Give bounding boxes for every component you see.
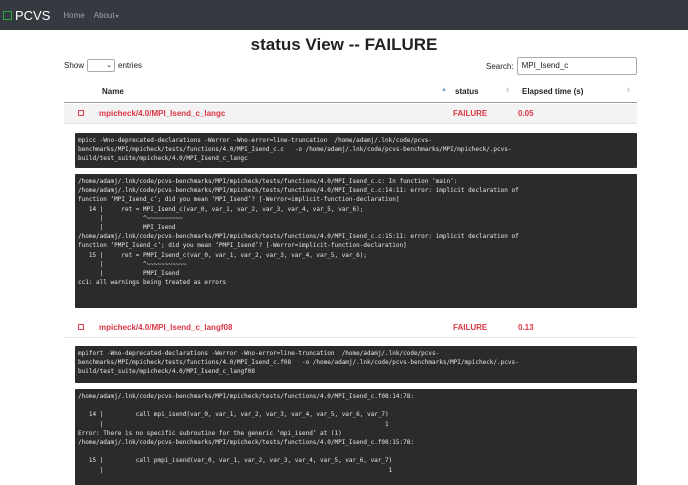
caret-down-icon: ▾ [115, 13, 119, 20]
page-title: status View -- FAILURE [250, 35, 438, 54]
search-input[interactable]: MPI_Isend_c [516, 57, 637, 75]
sort-icon[interactable]: ⇕ [505, 87, 510, 94]
sort-asc-icon[interactable]: ▲ [441, 87, 447, 93]
row-status: FAILURE [453, 109, 488, 118]
chevron-down-icon: ⌄ [106, 62, 113, 69]
row-expand-checkbox[interactable] [78, 110, 84, 116]
column-header-name[interactable]: Name [102, 87, 124, 96]
search-control: Search: MPI_Isend_c [486, 57, 637, 75]
table-row[interactable]: mpicheck/4.0/MPI_Isend_c_langc FAILURE 0… [64, 104, 637, 124]
column-header-elapsed[interactable]: Elapsed time (s) [522, 87, 583, 96]
row-name[interactable]: mpicheck/4.0/MPI_Isend_c_langf08 [99, 323, 232, 332]
nav-about-dropdown[interactable]: About▾ [94, 11, 119, 20]
nav-about-label: About [93, 10, 115, 20]
table-header: Name ▲ status ⇕ Elapsed time (s) ⇕ [64, 81, 637, 103]
show-label: Show [64, 61, 85, 70]
entries-select[interactable]: ⌄ [87, 59, 116, 72]
brand-logo-icon [3, 10, 12, 20]
nav-home-link[interactable]: Home [63, 11, 84, 20]
brand[interactable]: PCVS [3, 8, 50, 23]
brand-label: PCVS [15, 7, 51, 23]
command-block: mpifort -Wno-deprecated-declarations -We… [75, 346, 637, 383]
command-block: mpicc -Wno-deprecated-declarations -Werr… [75, 133, 637, 168]
entries-label: entries [118, 61, 143, 70]
row-status: FAILURE [453, 323, 488, 332]
output-block: /home/adamj/.lnk/code/pcvs-benchmarks/MP… [75, 389, 637, 485]
navbar: PCVS Home About▾ [0, 0, 688, 30]
row-name[interactable]: mpicheck/4.0/MPI_Isend_c_langc [99, 109, 225, 118]
row-expand-checkbox[interactable] [78, 324, 84, 330]
row-elapsed: 0.05 [518, 109, 534, 118]
search-label: Search: [486, 61, 514, 71]
row-elapsed: 0.13 [518, 323, 534, 332]
entries-length-control: Show ⌄ entries [64, 59, 142, 72]
column-header-status[interactable]: status [455, 87, 479, 96]
sort-icon[interactable]: ⇕ [626, 87, 631, 94]
output-block: /home/adamj/.lnk/code/pcvs-benchmarks/MP… [75, 174, 637, 308]
table-row[interactable]: mpicheck/4.0/MPI_Isend_c_langf08 FAILURE… [64, 318, 637, 338]
